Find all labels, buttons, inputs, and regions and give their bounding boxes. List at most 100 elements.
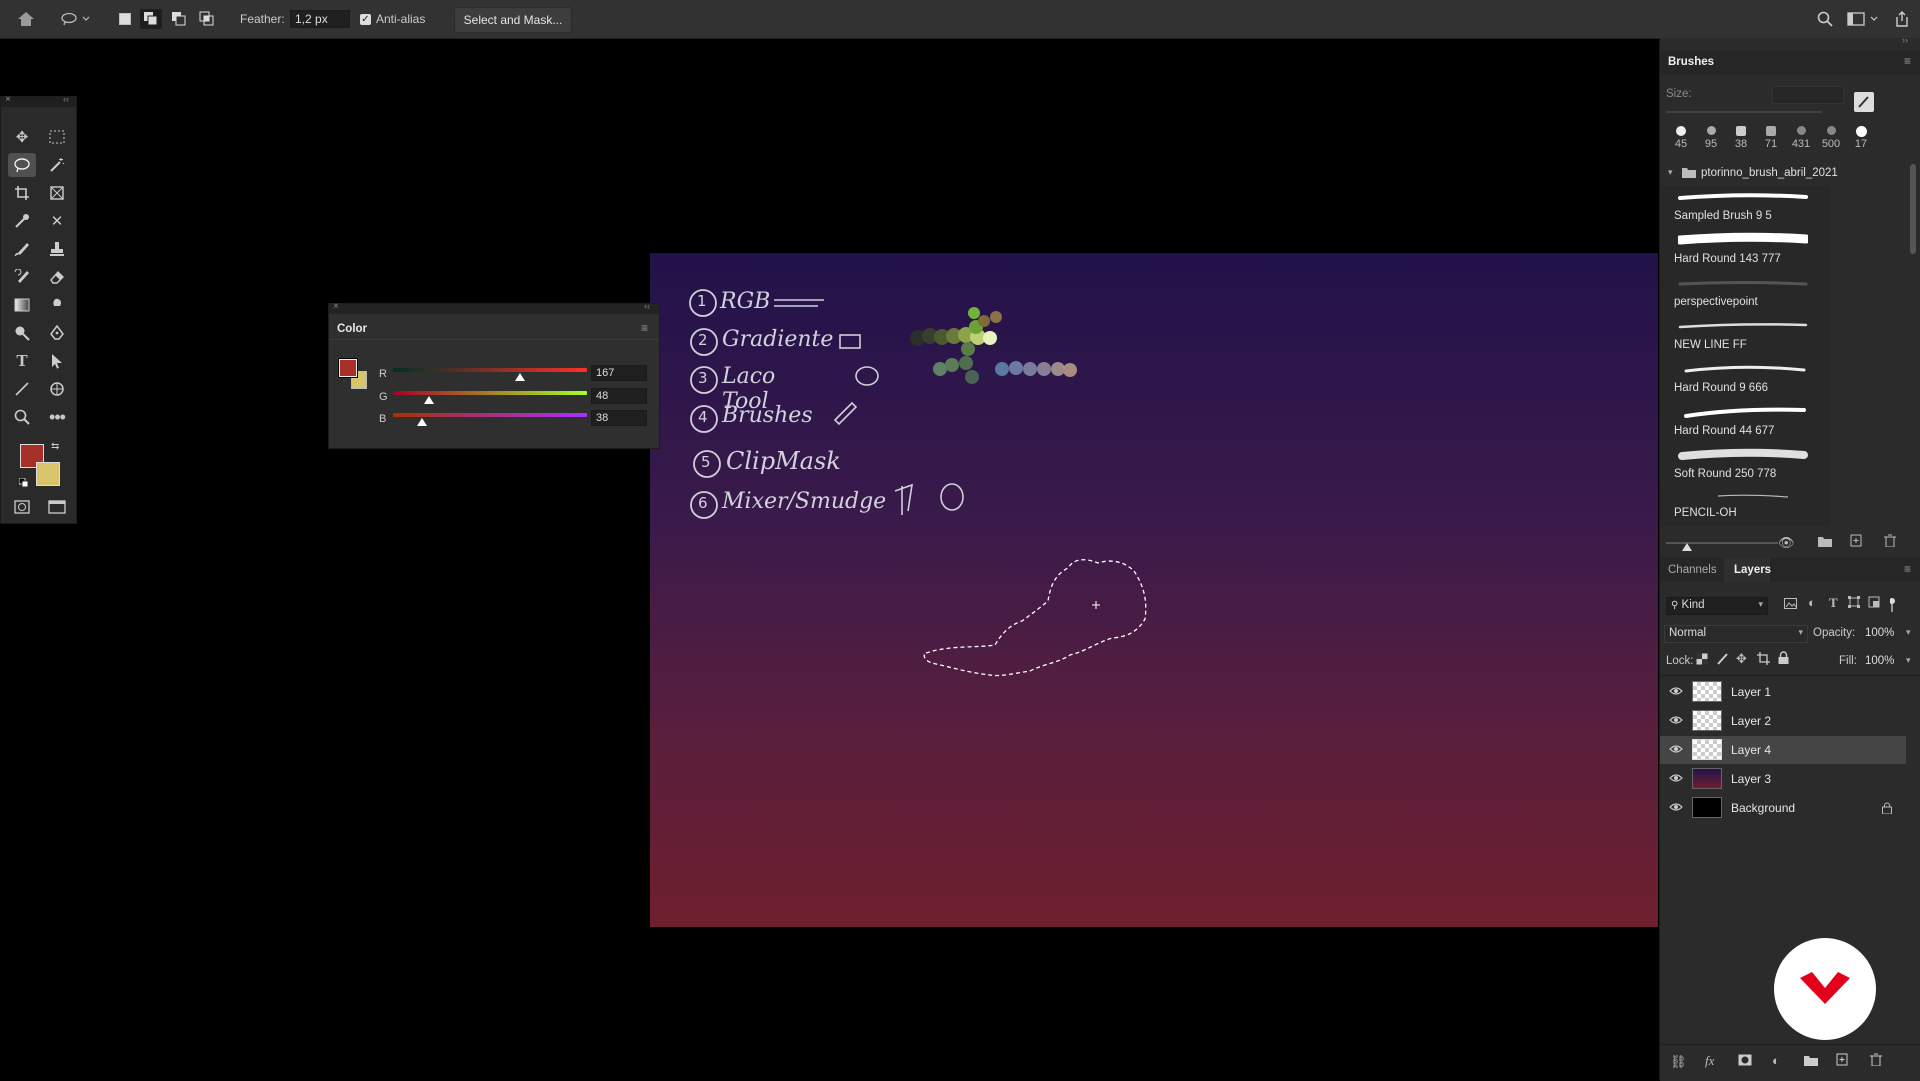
filter-adjustment-icon[interactable]: ◐ [1808, 595, 1816, 610]
lasso-tool-icon[interactable] [8, 153, 36, 177]
screen-mode-icon[interactable] [43, 495, 71, 519]
document-canvas[interactable]: 1 RGB 2 Gradiente 3 Laco Tool 4 Brushes … [650, 253, 1658, 927]
visibility-eye-icon[interactable] [1669, 685, 1683, 699]
layer-row-background[interactable]: Background [1660, 794, 1906, 822]
layer-row-layer-4[interactable]: Layer 4 [1660, 736, 1906, 764]
brush-settings-icon[interactable] [1854, 92, 1874, 112]
filter-shape-icon[interactable] [1848, 596, 1860, 611]
collapse-icon[interactable]: ‹‹ [644, 301, 650, 311]
zoom-tool-icon[interactable] [8, 405, 36, 429]
close-icon[interactable]: × [5, 94, 11, 105]
brush-folder-name[interactable]: ptorinno_brush_abril_2021 [1701, 167, 1838, 179]
rotate-view-tool-icon[interactable] [43, 377, 71, 401]
chevron-down-icon[interactable]: ▾ [1668, 167, 1673, 178]
marquee-tool-icon[interactable] [43, 125, 71, 149]
opacity-input[interactable]: 100% [1860, 625, 1902, 643]
gradient-tool-icon[interactable] [8, 293, 36, 317]
recent-brush-5[interactable]: 431 [1788, 126, 1814, 150]
new-selection-icon[interactable] [116, 9, 134, 29]
crop-tool-icon[interactable] [8, 181, 36, 205]
brush-list-scrollbar[interactable] [1910, 164, 1916, 254]
brush-item[interactable]: Hard Round 9 666 [1674, 358, 1824, 401]
brush-item[interactable]: Soft Round 250 778 [1674, 444, 1824, 487]
layer-row-layer-1[interactable]: Layer 1 [1660, 678, 1906, 706]
line-tool-icon[interactable] [8, 377, 36, 401]
brush-item[interactable]: Sampled Brush 9 5 [1674, 186, 1824, 229]
visibility-eye-icon[interactable] [1669, 772, 1683, 786]
path-selection-tool-icon[interactable] [43, 349, 71, 373]
green-value-input[interactable]: 48 [591, 388, 647, 404]
new-group-icon[interactable] [1818, 535, 1832, 550]
move-tool-icon[interactable]: ✥ [8, 125, 36, 149]
blue-value-input[interactable]: 38 [591, 410, 647, 426]
layer-lock-icon[interactable] [1882, 802, 1892, 817]
workspace-icon[interactable] [1846, 9, 1880, 29]
red-channel-slider[interactable] [393, 368, 587, 372]
add-to-selection-icon[interactable] [140, 9, 162, 29]
magic-wand-tool-icon[interactable] [43, 153, 71, 177]
green-slider-thumb[interactable] [424, 396, 435, 404]
visibility-eye-icon[interactable] [1669, 743, 1683, 757]
fill-input[interactable]: 100% [1860, 653, 1902, 671]
color-panel-drag-bar[interactable]: × ‹‹ [329, 301, 659, 314]
lasso-tool-preset-icon[interactable] [58, 9, 94, 29]
visibility-eye-icon[interactable] [1669, 801, 1683, 815]
collapse-dock-icon[interactable]: ›› [1902, 35, 1908, 45]
healing-brush-tool-icon[interactable]: ✕ [43, 209, 71, 233]
recent-brush-6[interactable]: 500 [1818, 126, 1844, 150]
brush-size-slider[interactable] [1666, 111, 1822, 113]
collapse-icon[interactable]: ‹‹ [63, 94, 69, 104]
visibility-eye-icon[interactable] [1669, 714, 1683, 728]
new-group-icon[interactable] [1804, 1054, 1818, 1069]
recent-brush-4[interactable]: 71 [1758, 126, 1784, 150]
add-mask-icon[interactable] [1738, 1054, 1752, 1069]
pen-tool-icon[interactable] [43, 321, 71, 345]
filter-pixel-icon[interactable] [1784, 597, 1797, 612]
eyedropper-tool-icon[interactable] [8, 209, 36, 233]
recent-brush-2[interactable]: 95 [1698, 126, 1724, 150]
tab-layers[interactable]: Layers [1734, 564, 1771, 576]
type-tool-icon[interactable]: T [8, 349, 36, 373]
share-icon[interactable] [1892, 9, 1912, 29]
filter-smart-object-icon[interactable] [1868, 596, 1880, 611]
brushes-panel-title[interactable]: Brushes [1668, 56, 1714, 68]
link-layers-icon[interactable]: ⛓ [1670, 1054, 1687, 1070]
subtract-from-selection-icon[interactable] [168, 9, 190, 29]
delete-layer-icon[interactable] [1870, 1053, 1882, 1069]
new-brush-icon[interactable] [1850, 534, 1862, 550]
background-color-swatch[interactable] [36, 462, 60, 486]
brush-tool-icon[interactable] [8, 237, 36, 261]
close-icon[interactable]: × [333, 301, 339, 312]
filter-type-icon[interactable]: T [1829, 595, 1838, 611]
filter-toggle-switch[interactable] [1889, 598, 1904, 612]
blue-slider-thumb[interactable] [416, 418, 427, 426]
panel-menu-icon[interactable]: ≡ [641, 321, 648, 335]
layer-style-fx-icon[interactable]: fx [1705, 1053, 1714, 1069]
new-layer-icon[interactable] [1836, 1053, 1848, 1069]
brush-item[interactable]: Hard Round 143 777 [1674, 229, 1824, 272]
red-slider-thumb[interactable] [515, 373, 526, 381]
brush-size-input[interactable] [1772, 86, 1844, 104]
layer-row-layer-3[interactable]: Layer 3 [1660, 765, 1906, 793]
lock-image-pixels-icon[interactable] [1716, 652, 1729, 668]
select-and-mask-button[interactable]: Select and Mask... [454, 7, 572, 33]
smudge-tool-icon[interactable] [43, 293, 71, 317]
lock-all-icon[interactable] [1778, 651, 1789, 667]
feather-input[interactable] [290, 10, 350, 28]
blue-channel-slider[interactable] [393, 413, 587, 417]
brush-item[interactable]: NEW LINE FF [1674, 315, 1824, 358]
recent-brush-1[interactable]: 45 [1668, 126, 1694, 150]
history-brush-tool-icon[interactable] [8, 265, 36, 289]
recent-brush-7[interactable]: 17 [1848, 126, 1874, 150]
toggle-brush-preview-icon[interactable]: 👁 [1778, 535, 1795, 551]
blend-mode-select[interactable]: Normal ▾ [1664, 625, 1808, 643]
panel-menu-icon[interactable]: ≡ [1904, 54, 1911, 68]
eraser-tool-icon[interactable] [43, 265, 71, 289]
frame-tool-icon[interactable] [43, 181, 71, 205]
green-channel-slider[interactable] [393, 391, 587, 395]
brush-preview-slider-thumb[interactable] [1682, 543, 1692, 551]
lock-position-icon[interactable]: ✥ [1736, 651, 1747, 667]
home-icon[interactable] [14, 9, 38, 29]
chevron-down-icon[interactable]: ▾ [1906, 655, 1911, 666]
default-colors-icon[interactable] [18, 477, 29, 488]
